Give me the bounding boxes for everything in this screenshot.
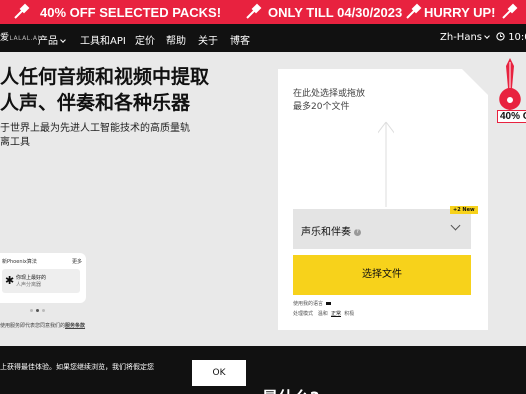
toggle-icon[interactable] [326,302,332,305]
section-heading-peek: 是什么? [262,384,319,394]
guitar-icon [246,3,262,19]
promo-banner[interactable]: 40% OFF SELECTED PACKS! ONLY TILL 04/30/… [0,0,526,24]
guitar-icon [14,3,30,19]
mode-mild[interactable]: 温和 [318,311,328,317]
mode-normal[interactable]: 正常 [331,311,341,317]
discount-badge: 40% O [497,110,526,123]
nav-item-pricing[interactable]: 定价 [135,32,155,47]
promo-text-discount: 40% OFF SELECTED PACKS! [40,5,222,20]
chevron-down-icon [60,37,66,43]
preview-more-link[interactable]: 更多 [72,258,82,265]
preview-item-subtitle: 人声分离器 [16,282,42,288]
upload-arrow-icon [378,121,394,207]
chevron-down-icon [484,33,490,39]
info-icon[interactable]: ? [354,228,361,236]
upload-panel[interactable]: 在此处选择或拖放 最多20个文件 声乐和伴奏? +2 New 选择文件 使用我的… [278,69,488,330]
clock-icon [496,32,505,41]
language-option[interactable]: 使用我的语言 [293,300,332,307]
language-selector[interactable]: Zh-Hans [440,32,490,43]
guitar-icon [406,3,422,19]
side-promo[interactable]: 40% O [494,58,526,126]
nav-item-blog[interactable]: 博客 [230,32,250,47]
choose-files-button[interactable]: 选择文件 [293,255,471,295]
nav-item-tools-api[interactable]: 工具和API [80,32,126,47]
upload-file-limit: 最多20个文件 [293,102,350,112]
preview-item-title: 你现上最好的 [16,275,47,281]
promo-text-hurry: HURRY UP! [424,5,496,20]
hero-subtitle: 于世界上最为先进人工智能技术的高质量轨 离工具 [0,123,190,148]
chevron-down-icon [450,220,461,231]
nav-item-help[interactable]: 帮助 [166,32,186,47]
upload-instructions: 在此处选择或拖放 [293,89,366,99]
cookie-ok-button[interactable]: OK [192,360,246,386]
preview-header: 新Phoenix算法 [2,259,37,265]
terms-note: 使用服务即代表您同意我们的服务条款 [0,323,86,329]
mode-aggressive[interactable]: 积极 [344,311,354,317]
hero-title: 人任何音频和视频中提取 人声、伴奏和各种乐器 [0,66,210,114]
processing-mode: 处理模式 温和 正常 积极 [293,311,355,317]
page-fold-corner [462,69,488,95]
terms-link[interactable]: 服务条款 [65,323,85,329]
cookie-banner: 上获得最佳体验。如果您继续浏览，我们将假定您 OK 是什么? [0,346,526,394]
separation-type-select[interactable]: 声乐和伴奏? [293,209,471,249]
nav-item-about[interactable]: 关于 [198,32,218,47]
promo-text-deadline: ONLY TILL 04/30/2023 [268,5,403,20]
carousel-dots[interactable] [30,297,48,316]
site-logo[interactable]: 爱LALAL.AI [0,30,40,43]
nav-item-products[interactable]: 产品 [38,32,66,47]
guitar-icon [502,3,518,19]
cookie-message: 上获得最佳体验。如果您继续浏览，我们将假定您 [0,363,154,371]
guitar-icon [499,58,521,110]
account-timer[interactable]: 10:0 [496,32,526,43]
new-badge: +2 New [450,206,478,214]
top-nav: 爱LALAL.AI 产品 工具和API 定价 帮助 关于 博客 Zh-Hans … [0,24,526,52]
asterisk-icon: ✱ [5,274,15,287]
algorithm-preview-card[interactable]: 新Phoenix算法 更多 ✱ 你现上最好的 人声分离器 [0,253,86,312]
preview-item[interactable]: ✱ 你现上最好的 人声分离器 [2,269,80,293]
